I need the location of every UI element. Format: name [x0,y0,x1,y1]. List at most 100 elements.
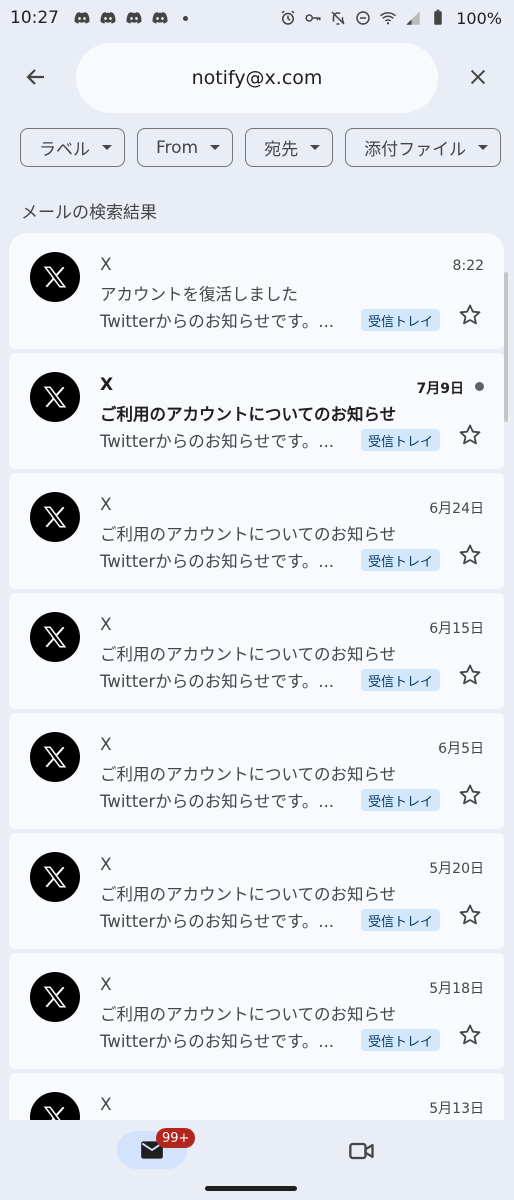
clear-search-button[interactable] [460,59,496,95]
email-sender: X [100,375,114,395]
chevron-down-icon [478,145,489,150]
list-item[interactable]: X 6月15日 ご利用のアカウントについてのお知らせ Twitterからのお知ら… [9,593,504,709]
label-badge: 受信トレイ [361,429,441,451]
bell-off-icon [331,11,345,25]
avatar[interactable] [30,732,80,782]
nav-meet-button[interactable] [344,1133,380,1169]
alarm-icon [281,10,295,25]
label-badge: 受信トレイ [361,309,441,331]
email-subject: ご利用のアカウントについてのお知らせ [100,405,397,424]
chevron-down-icon [102,145,112,150]
list-item[interactable]: X 5月18日 ご利用のアカウントについてのお知らせ Twitterからのお知ら… [9,953,504,1069]
x-logo-icon [43,746,67,768]
email-subject: ご利用のアカウントについてのお知らせ [100,525,397,544]
filter-chip-label[interactable]: ラベル [20,128,125,167]
notification-icons [73,9,188,27]
label-badge: 受信トレイ [361,909,441,931]
email-date: 5月20日 [429,861,484,877]
scrollbar[interactable] [504,272,508,422]
battery-level: 100% [456,8,502,28]
star-button[interactable] [456,781,484,809]
star-button[interactable] [456,541,484,569]
status-bar: 10:27 100% [0,0,514,36]
avatar[interactable] [30,1092,80,1120]
email-subject: ご利用のアカウントについてのお知らせ [100,645,397,664]
star-icon [459,784,481,805]
list-item[interactable]: X 5月13日 [9,1073,504,1120]
list-item[interactable]: X 5月20日 ご利用のアカウントについてのお知らせ Twitterからのお知ら… [9,833,504,949]
x-logo-icon [43,386,67,408]
avatar[interactable] [30,612,80,662]
label-badge: 受信トレイ [361,1029,441,1051]
list-item[interactable]: X 6月24日 ご利用のアカウントについてのお知らせ Twitterからのお知ら… [9,473,504,589]
star-icon [459,904,481,925]
email-sender: X [100,615,112,635]
label-badge: 受信トレイ [361,549,441,571]
email-sender: X [100,735,112,755]
mail-list: X 8:22 アカウントを復活しました Twitterからのお知らせです。...… [9,233,504,1120]
close-icon [470,69,486,85]
list-item[interactable]: X 8:22 アカウントを復活しました Twitterからのお知らせです。...… [9,233,504,349]
avatar[interactable] [30,492,80,542]
email-sender: X [100,255,112,275]
discord-icon [126,12,142,24]
star-button[interactable] [456,1021,484,1049]
chip-label: ラベル [39,140,90,160]
chip-label: 添付ファイル [364,140,467,160]
email-snippet: Twitterからのお知らせです。... [100,312,335,331]
avatar[interactable] [30,372,80,422]
email-date: 6月24日 [429,501,484,517]
star-icon [459,304,481,325]
email-date: 8:22 [452,258,484,274]
battery-icon [434,9,442,25]
filter-chip-attachment[interactable]: 添付ファイル [345,128,502,167]
email-sender: X [100,495,112,515]
email-date: 6月5日 [438,741,484,757]
email-snippet: Twitterからのお知らせです。... [100,912,335,931]
filter-chip-to[interactable]: 宛先 [245,128,334,167]
x-logo-icon [43,1106,65,1120]
avatar[interactable] [30,972,80,1022]
search-header: notify@x.com [0,40,514,114]
email-snippet: Twitterからのお知らせです。... [100,792,335,811]
star-icon [459,1024,481,1045]
email-date: 5月18日 [429,981,484,997]
avatar[interactable] [30,852,80,902]
video-camera-icon [349,1142,374,1160]
unread-indicator [475,382,484,391]
signal-icon [406,11,420,25]
home-indicator[interactable] [205,1186,297,1191]
list-item[interactable]: X 7月9日 ご利用のアカウントについてのお知らせ Twitterからのお知らせ… [9,353,504,469]
x-logo-icon [43,266,67,288]
system-icons: 100% [279,9,502,28]
wifi-icon [380,12,397,25]
email-date: 5月13日 [429,1101,484,1117]
star-button[interactable] [456,661,484,689]
email-snippet: Twitterからのお知らせです。... [100,432,335,451]
x-logo-icon [43,866,67,888]
x-logo-icon [43,986,67,1008]
section-title: メールの検索結果 [21,203,157,223]
star-button[interactable] [456,901,484,929]
avatar[interactable] [30,252,80,302]
status-time: 10:27 [10,8,59,28]
x-logo-icon [43,626,67,648]
label-badge: 受信トレイ [361,789,441,811]
star-button[interactable] [456,421,484,449]
key-icon [305,14,321,22]
email-sender: X [100,975,112,995]
email-subject: ご利用のアカウントについてのお知らせ [100,765,397,784]
do-not-disturb-icon [356,11,370,25]
arrow-back-icon [26,69,44,85]
unread-count-badge: 99+ [156,1128,196,1148]
email-date: 6月15日 [429,621,484,637]
email-snippet: Twitterからのお知らせです。... [100,672,335,691]
filter-chip-from[interactable]: From [137,128,234,167]
email-subject: ご利用のアカウントについてのお知らせ [100,885,397,904]
search-input[interactable]: notify@x.com [76,43,438,113]
discord-icon [74,12,90,24]
bottom-nav: 99+ [0,1120,514,1200]
list-item[interactable]: X 6月5日 ご利用のアカウントについてのお知らせ Twitterからのお知らせ… [9,713,504,829]
star-button[interactable] [456,301,484,329]
back-button[interactable] [18,59,54,95]
